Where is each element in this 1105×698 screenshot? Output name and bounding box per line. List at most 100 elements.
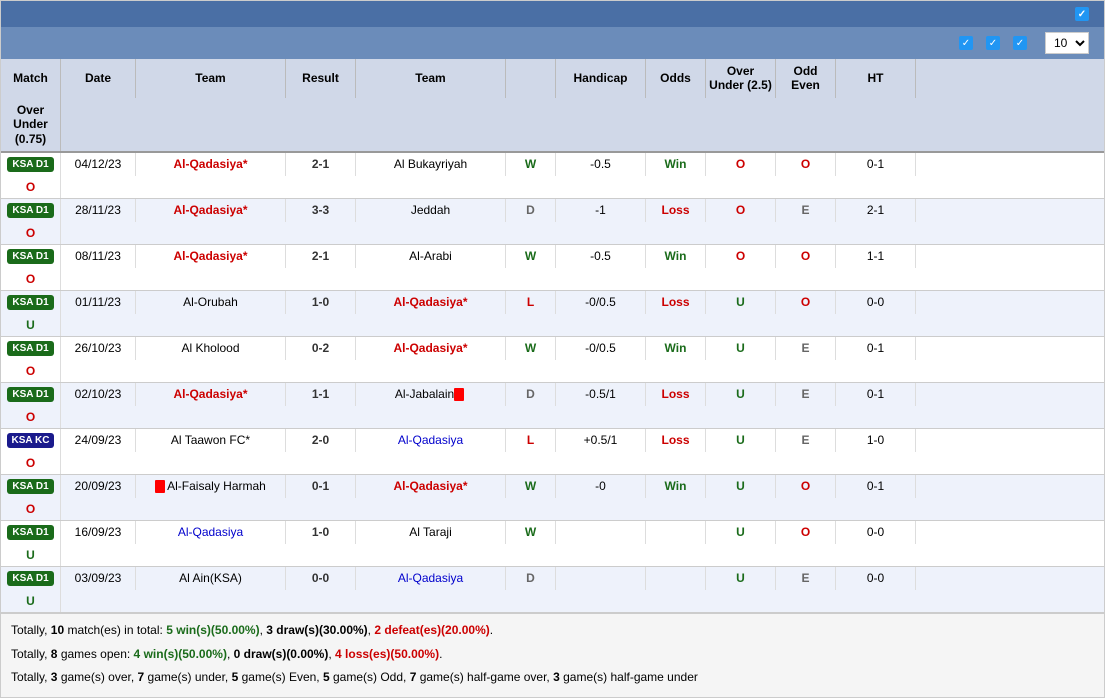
date-cell: 28/11/23	[61, 199, 136, 222]
result-cell: 2-1	[286, 245, 356, 268]
league-cell: KSA D1	[1, 337, 61, 360]
summary-line2: Totally, 8 games open: 4 win(s)(50.00%),…	[11, 644, 1094, 666]
team1-cell: Al-Qadasiya	[136, 521, 286, 544]
handicap-cell	[556, 521, 646, 544]
handicap-cell: -1	[556, 199, 646, 222]
ksa-d1-checkbox[interactable]: ✓	[1013, 36, 1027, 50]
oe-cell: O	[776, 153, 836, 176]
handicap-cell: -0	[556, 475, 646, 498]
ou075-cell: O	[1, 452, 61, 474]
filter-ksa-d1[interactable]: ✓	[1013, 36, 1030, 50]
result-cell: 0-1	[286, 475, 356, 498]
handicap-cell: -0.5/1	[556, 383, 646, 406]
odds-cell: Win	[646, 245, 706, 268]
team2-cell: Al-Qadasiya*	[356, 475, 506, 498]
team1-cell: Al-Qadasiya*	[136, 199, 286, 222]
team1-cell: Al-Qadasiya*	[136, 245, 286, 268]
odds-cell: Win	[646, 475, 706, 498]
outcome-cell: L	[506, 291, 556, 314]
league-badge: KSA D1	[7, 387, 53, 402]
ht-cell: 0-1	[836, 337, 916, 360]
table-row: KSA D103/09/23Al Ain(KSA)0-0Al-QadasiyaD…	[1, 567, 1104, 613]
ou075-cell: U	[1, 590, 61, 612]
int-cf-checkbox[interactable]: ✓	[959, 36, 973, 50]
display-notes-checkbox[interactable]: ✓	[1075, 7, 1089, 21]
col-ou075: Over Under (0.75)	[1, 98, 61, 151]
col-handicap: Handicap	[556, 59, 646, 98]
oe-cell: E	[776, 199, 836, 222]
col-ht: HT	[836, 59, 916, 98]
summary-section: Totally, 10 match(es) in total: 5 win(s)…	[1, 613, 1104, 697]
league-cell: KSA D1	[1, 199, 61, 222]
league-badge: KSA KC	[7, 433, 55, 448]
result-cell: 1-1	[286, 383, 356, 406]
handicap-cell: -0.5	[556, 245, 646, 268]
ou25-cell: O	[706, 153, 776, 176]
table-body: KSA D104/12/23Al-Qadasiya*2-1Al Bukayriy…	[1, 153, 1104, 613]
ksa-kc-checkbox[interactable]: ✓	[986, 36, 1000, 50]
filter-ksa-kc[interactable]: ✓	[986, 36, 1003, 50]
col-result: Result	[286, 59, 356, 98]
col-odds: Odds	[646, 59, 706, 98]
ou25-cell: U	[706, 521, 776, 544]
oe-cell: O	[776, 521, 836, 544]
team1-cell: Al Ain(KSA)	[136, 567, 286, 590]
ou075-cell: O	[1, 360, 61, 382]
handicap-cell: -0.5	[556, 153, 646, 176]
league-cell: KSA D1	[1, 567, 61, 590]
odds-cell: Loss	[646, 429, 706, 452]
league-badge: KSA D1	[7, 203, 53, 218]
col-team1: Team	[136, 59, 286, 98]
red-card-icon	[155, 480, 165, 493]
table-row: KSA D120/09/23Al-Faisaly Harmah0-1Al-Qad…	[1, 475, 1104, 521]
result-cell: 1-0	[286, 291, 356, 314]
table-row: KSA KC24/09/23Al Taawon FC*2-0Al-Qadasiy…	[1, 429, 1104, 475]
ht-cell: 0-0	[836, 567, 916, 590]
last-games-section: 10 20 30	[1040, 32, 1094, 54]
date-cell: 08/11/23	[61, 245, 136, 268]
team2-cell: Jeddah	[356, 199, 506, 222]
team2-cell: Al-Qadasiya	[356, 567, 506, 590]
display-notes-section: ✓	[1075, 7, 1094, 21]
outcome-cell: L	[506, 429, 556, 452]
result-cell: 2-0	[286, 429, 356, 452]
ht-cell: 1-1	[836, 245, 916, 268]
table-row: KSA D102/10/23Al-Qadasiya*1-1Al-Jabalain…	[1, 383, 1104, 429]
header-bar: ✓	[1, 1, 1104, 27]
filter-int-cf[interactable]: ✓	[959, 36, 976, 50]
odds-cell: Loss	[646, 199, 706, 222]
outcome-cell: W	[506, 245, 556, 268]
handicap-cell	[556, 567, 646, 590]
team2-cell: Al-Jabalain	[356, 383, 506, 406]
team2-cell: Al-Qadasiya*	[356, 337, 506, 360]
team1-cell: Al-Orubah	[136, 291, 286, 314]
handicap-cell: -0/0.5	[556, 337, 646, 360]
ht-cell: 1-0	[836, 429, 916, 452]
date-cell: 03/09/23	[61, 567, 136, 590]
team2-cell: Al-Arabi	[356, 245, 506, 268]
games-select[interactable]: 10 20 30	[1045, 32, 1089, 54]
team1-cell: Al Kholood	[136, 337, 286, 360]
ht-cell: 2-1	[836, 199, 916, 222]
team1-cell: Al Taawon FC*	[136, 429, 286, 452]
odds-cell: Loss	[646, 383, 706, 406]
table-row: KSA D104/12/23Al-Qadasiya*2-1Al Bukayriy…	[1, 153, 1104, 199]
ht-cell: 0-1	[836, 475, 916, 498]
handicap-cell: -0/0.5	[556, 291, 646, 314]
ou075-cell: O	[1, 222, 61, 244]
result-cell: 0-0	[286, 567, 356, 590]
ou25-cell: U	[706, 291, 776, 314]
ou075-cell: O	[1, 498, 61, 520]
league-cell: KSA D1	[1, 521, 61, 544]
main-container: ✓ ✓ ✓ ✓ 10 20 30 Match Date	[0, 0, 1105, 698]
league-cell: KSA KC	[1, 429, 61, 452]
summary-line3: Totally, 3 game(s) over, 7 game(s) under…	[11, 667, 1094, 689]
result-cell: 2-1	[286, 153, 356, 176]
team1-cell: Al-Qadasiya*	[136, 383, 286, 406]
team2-cell: Al Taraji	[356, 521, 506, 544]
ou075-cell: O	[1, 406, 61, 428]
col-team2: Team	[356, 59, 506, 98]
handicap-cell: +0.5/1	[556, 429, 646, 452]
team1-cell: Al-Faisaly Harmah	[136, 475, 286, 498]
result-cell: 0-2	[286, 337, 356, 360]
